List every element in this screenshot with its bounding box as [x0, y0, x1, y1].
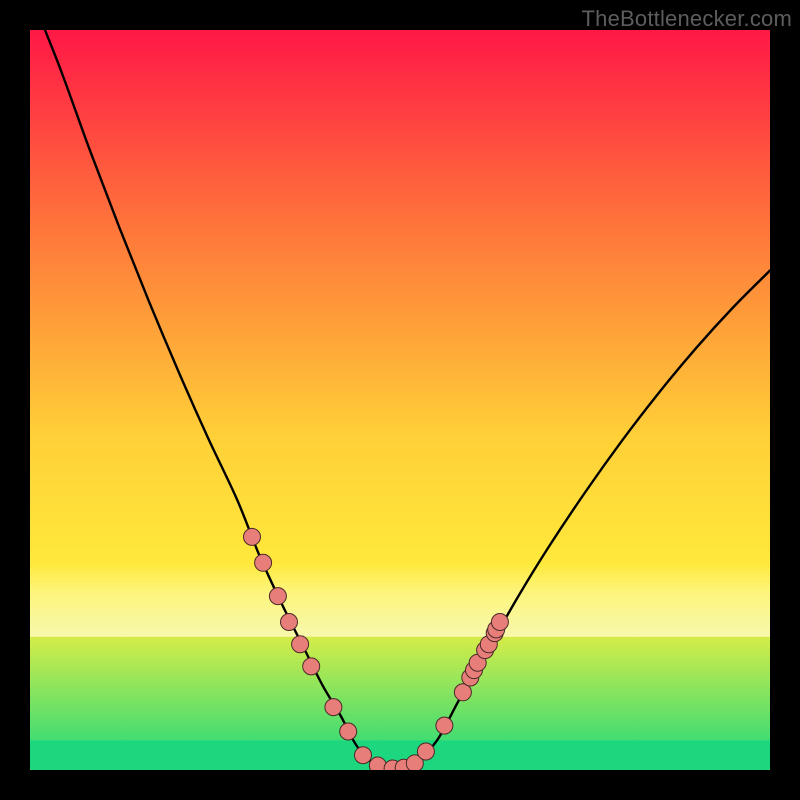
chart-stage: TheBottlenecker.com	[0, 0, 800, 800]
data-marker	[355, 747, 372, 764]
data-marker	[436, 717, 453, 734]
data-marker	[244, 528, 261, 545]
chart-svg	[30, 30, 770, 770]
data-marker	[417, 743, 434, 760]
data-marker	[491, 614, 508, 631]
data-marker	[292, 636, 309, 653]
data-marker	[281, 614, 298, 631]
watermark-label: TheBottlenecker.com	[582, 6, 792, 32]
data-marker	[340, 723, 357, 740]
yellow-band	[30, 563, 770, 637]
plot-area	[30, 30, 770, 770]
data-marker	[269, 588, 286, 605]
data-marker	[255, 554, 272, 571]
gradient-bg	[30, 30, 770, 770]
data-marker	[325, 699, 342, 716]
data-marker	[303, 658, 320, 675]
